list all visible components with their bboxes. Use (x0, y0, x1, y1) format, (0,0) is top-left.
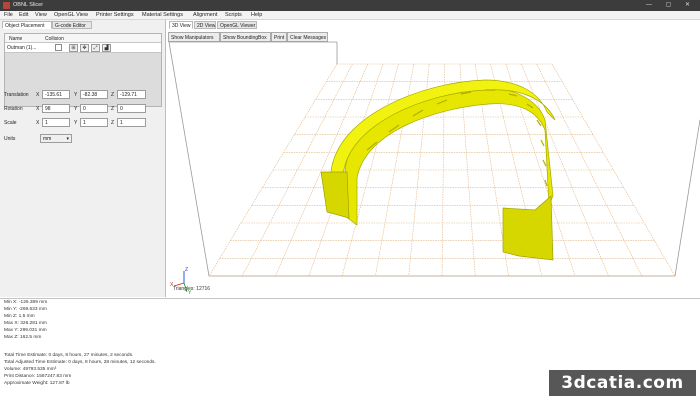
menu-file[interactable]: File (4, 12, 13, 18)
axis-z-label: Z (111, 92, 115, 98)
grid-icon[interactable]: ⊞ (69, 44, 78, 52)
log-line: Max Y: 299.031 mm (4, 328, 47, 333)
axis-y-label: Y (74, 92, 78, 98)
tab-object-placement[interactable]: Object Placement (2, 21, 52, 29)
scale-label: Scale (4, 120, 17, 126)
translation-x-input[interactable]: -135.61 (42, 90, 70, 99)
axis-z-label: Z (111, 106, 115, 112)
tab-gcode-editor[interactable]: G-code Editor (52, 21, 92, 29)
log-line: Min Y: -269.633 mm (4, 307, 47, 312)
units-value: mm (43, 136, 52, 142)
log-line: Volume: 49793.535 mm³ (4, 367, 57, 372)
log-line: Min X: -126.389 mm (4, 300, 48, 305)
axis-y-label: Y (74, 106, 78, 112)
column-header-collision[interactable]: Collision (45, 36, 64, 42)
table-row[interactable]: Outman (1)... ⊞ ✥ ⤢ ▟ (5, 43, 161, 53)
watermark: 3dcatia.com (549, 370, 696, 396)
collision-checkbox[interactable] (55, 44, 62, 51)
title-bar: OBNL Slicer — ▢ ✕ (0, 0, 700, 11)
chevron-down-icon: ▾ (66, 136, 69, 142)
units-label: Units (4, 136, 16, 142)
translation-label: Translation (4, 92, 29, 98)
scale-x-input[interactable]: 1 (42, 118, 70, 127)
axis-z-label: Z (111, 120, 115, 126)
app-icon (3, 2, 10, 9)
column-header-name[interactable]: Name (9, 36, 22, 42)
arch-outer-wall (344, 87, 554, 226)
axis-z-label: Z (185, 267, 188, 273)
rotate-icon[interactable]: ⤢ (91, 44, 100, 52)
log-line: Total Time Estimate: 0 days, 8 hours, 27… (4, 353, 134, 358)
move-icon[interactable]: ✥ (80, 44, 89, 52)
arch-top-surface (330, 79, 556, 177)
translation-y-input[interactable]: -82.38 (80, 90, 108, 99)
object-name[interactable]: Outman (1)... (7, 45, 36, 51)
rotation-x-input[interactable]: 98 (42, 104, 70, 113)
menu-printer-settings[interactable]: Printer Settings (96, 12, 134, 18)
table-header: Name Collision (5, 34, 161, 43)
triangle-count: Triangles: 12716 (173, 286, 210, 292)
rotation-z-input[interactable]: 0 (117, 104, 146, 113)
menu-alignment[interactable]: Alignment (193, 12, 217, 18)
scale-icon[interactable]: ▟ (102, 44, 111, 52)
window-title: OBNL Slicer (13, 2, 44, 8)
menu-bar: File Edit View OpenGL View Printer Setti… (0, 11, 700, 20)
log-line: Approximate Weight: 127.87 lb (4, 381, 70, 386)
window-controls[interactable]: — ▢ ✕ (646, 1, 696, 8)
scale-y-input[interactable]: 1 (80, 118, 108, 127)
rotation-y-input[interactable]: 0 (80, 104, 108, 113)
log-line: Print Distance: 1567247.83 mm (4, 374, 72, 379)
log-line: Max Z: 162.5 mm (4, 335, 42, 340)
scale-z-input[interactable]: 1 (117, 118, 146, 127)
log-line: Max X: 326.281 mm (4, 321, 47, 326)
log-line: Total Adjusted Time Estimate: 0 days, 8 … (4, 360, 156, 365)
units-select[interactable]: mm ▾ (40, 134, 72, 143)
menu-material-settings[interactable]: Material Settings (142, 12, 183, 18)
rotation-label: Rotation (4, 106, 23, 112)
menu-opengl-view[interactable]: OpenGL View (54, 12, 88, 18)
3d-viewport[interactable]: Z X Y Triangles: 12716 (167, 20, 700, 297)
axis-x-label: X (36, 120, 40, 126)
menu-edit[interactable]: Edit (19, 12, 28, 18)
axis-x-label: X (36, 92, 40, 98)
translation-z-input[interactable]: -129.71 (117, 90, 146, 99)
axis-y-label: Y (74, 120, 78, 126)
arch-left-foot (320, 171, 350, 219)
menu-view[interactable]: View (35, 12, 47, 18)
menu-scripts[interactable]: Scripts (225, 12, 242, 18)
view-area: 3D View 2D View OpenGL Viewer Show Manip… (167, 20, 700, 297)
menu-help[interactable]: Help (251, 12, 262, 18)
object-placement-panel: Object Placement G-code Editor Name Coll… (0, 20, 166, 297)
axis-x-label: X (36, 106, 40, 112)
log-line: Min Z: 1.5 mm (4, 314, 35, 319)
